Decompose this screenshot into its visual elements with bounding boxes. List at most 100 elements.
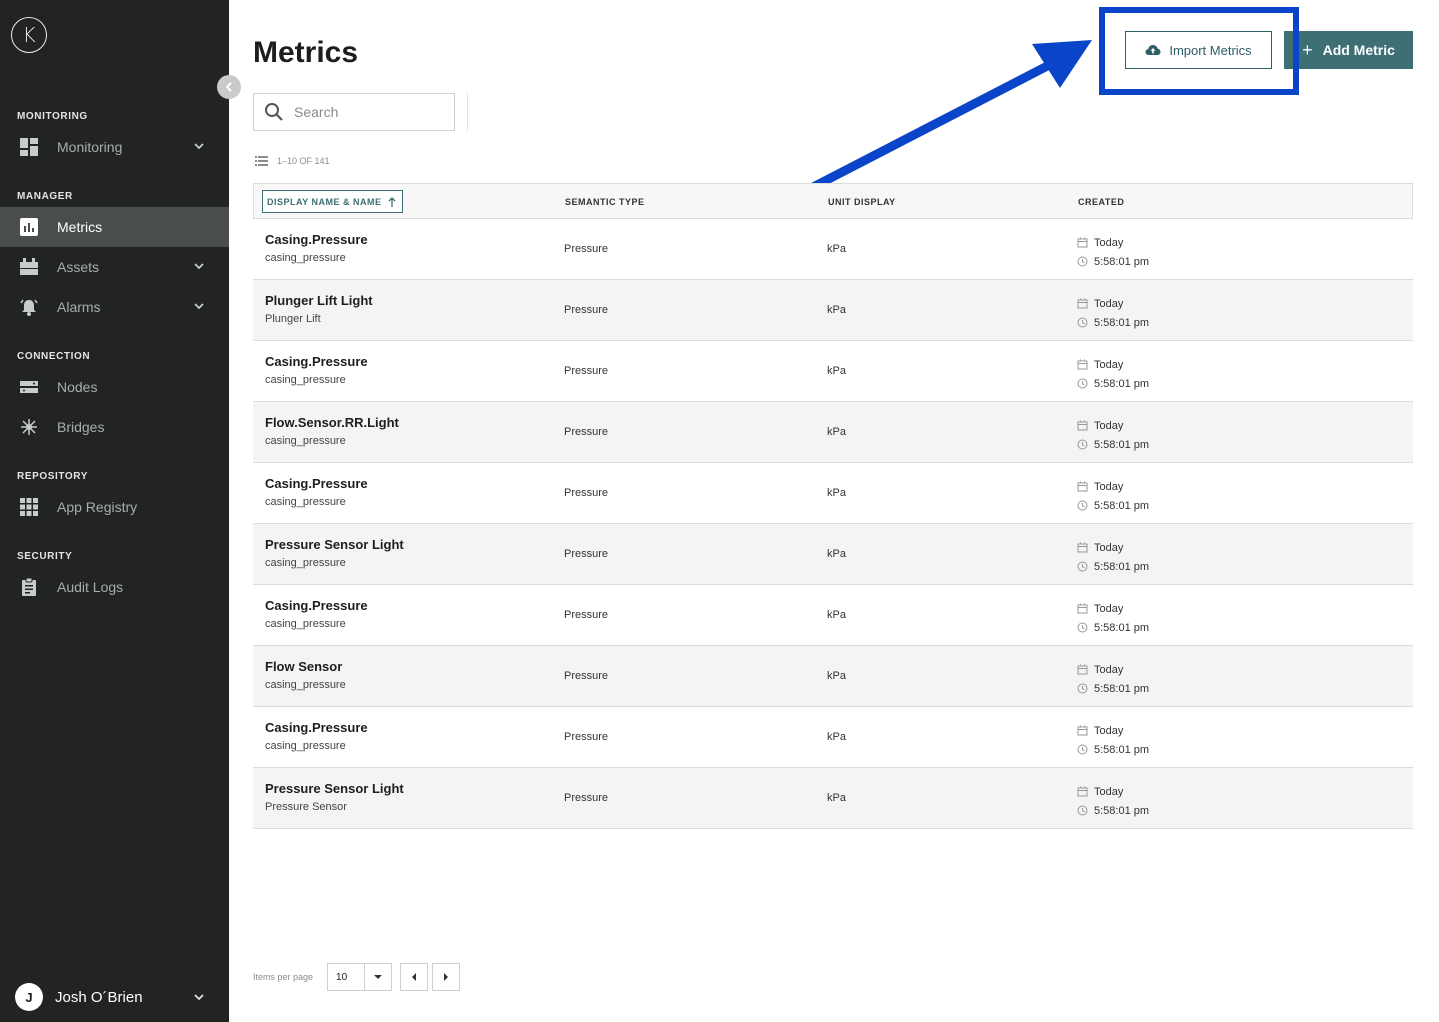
sidebar-item-nodes[interactable]: Nodes	[0, 367, 229, 407]
created-time: 5:58:01 pm	[1094, 499, 1150, 512]
display-name: Plunger Lift Light	[265, 293, 373, 308]
search-box[interactable]	[253, 93, 455, 131]
semantic-type: Pressure	[564, 731, 609, 743]
items-per-page-value: 10	[336, 971, 348, 983]
semantic-type: Pressure	[564, 243, 609, 255]
created-time: 5:58:01 pm	[1094, 377, 1150, 390]
sidebar-item-app-registry[interactable]: App Registry	[0, 487, 229, 527]
sidebar-item-bridges[interactable]: Bridges	[0, 407, 229, 447]
items-per-page-select[interactable]: 10	[327, 963, 393, 991]
table-row[interactable]: Pressure Sensor Light Pressure Sensor Pr…	[253, 768, 1413, 829]
table-row[interactable]: Casing.Pressure casing_pressure Pressure…	[253, 585, 1413, 646]
unit-display: kPa	[827, 426, 846, 438]
add-metric-button[interactable]: + Add Metric	[1284, 31, 1413, 69]
clock-icon	[1077, 256, 1088, 267]
sidebar-item-label: Nodes	[57, 379, 98, 395]
name-cell: Flow Sensor casing_pressure	[265, 659, 346, 691]
sidebar-item-alarms[interactable]: Alarms	[0, 287, 229, 327]
collapse-chevron-icon	[225, 82, 232, 92]
unit-display: kPa	[827, 487, 846, 499]
caret-right-icon	[444, 973, 449, 981]
column-header-label: DISPLAY NAME & NAME	[267, 196, 382, 207]
metric-name: casing_pressure	[265, 496, 346, 508]
display-name: Casing.Pressure	[265, 232, 368, 247]
metric-name: Plunger Lift	[265, 313, 321, 325]
section-title-monitoring: MONITORING	[17, 111, 88, 122]
semantic-type: Pressure	[564, 670, 609, 682]
cloud-upload-icon	[1145, 45, 1161, 55]
logo[interactable]: K	[11, 17, 47, 53]
sidebar-item-audit-logs[interactable]: Audit Logs	[0, 567, 229, 607]
sidebar-item-monitoring[interactable]: Monitoring	[0, 127, 229, 167]
import-metrics-button[interactable]: Import Metrics	[1125, 31, 1272, 69]
semantic-type: Pressure	[564, 365, 609, 377]
sidebar-item-label: Alarms	[57, 299, 101, 315]
next-page-button[interactable]	[432, 963, 461, 991]
sidebar-item-label: Metrics	[57, 219, 103, 235]
table-row[interactable]: Flow Sensor casing_pressure Pressure kPa…	[253, 646, 1413, 707]
metrics-table: DISPLAY NAME & NAME SEMANTIC TYPE UNIT D…	[253, 183, 1413, 829]
table-row[interactable]: Casing.Pressure casing_pressure Pressure…	[253, 463, 1413, 524]
table-row[interactable]: Flow.Sensor.RR.Light casing_pressure Pre…	[253, 402, 1413, 463]
column-header-created[interactable]: CREATED	[1078, 197, 1124, 207]
grid-icon	[19, 497, 39, 517]
unit-display: kPa	[827, 365, 846, 377]
unit-display: kPa	[827, 792, 846, 804]
unit-display: kPa	[827, 243, 846, 255]
search-icon	[265, 103, 283, 121]
calendar-icon	[1077, 725, 1088, 736]
name-cell: Pressure Sensor Light casing_pressure	[265, 537, 404, 569]
table-row[interactable]: Casing.Pressure casing_pressure Pressure…	[253, 219, 1413, 280]
clock-icon	[1077, 805, 1088, 816]
semantic-type: Pressure	[564, 792, 609, 804]
created-time: 5:58:01 pm	[1094, 621, 1150, 634]
metric-name: casing_pressure	[265, 618, 346, 630]
table-row[interactable]: Plunger Lift Light Plunger Lift Pressure…	[253, 280, 1413, 341]
chevron-down-icon	[194, 143, 204, 150]
unit-display: kPa	[827, 304, 846, 316]
created-date: Today	[1094, 236, 1124, 249]
sidebar-item-label: Monitoring	[57, 139, 123, 155]
search-input[interactable]	[294, 104, 444, 120]
name-cell: Casing.Pressure casing_pressure	[265, 598, 368, 630]
display-name: Flow.Sensor.RR.Light	[265, 415, 399, 430]
column-header-display-name[interactable]: DISPLAY NAME & NAME	[262, 190, 403, 213]
sidebar-collapse-button[interactable]	[217, 75, 241, 99]
plus-icon: +	[1302, 39, 1313, 60]
list-icon	[255, 156, 268, 166]
chevron-down-icon	[194, 994, 204, 1001]
sidebar-item-label: Audit Logs	[57, 579, 124, 595]
toolbar-divider	[467, 93, 468, 131]
sidebar-item-label: Bridges	[57, 419, 105, 435]
metric-name: casing_pressure	[265, 374, 346, 386]
table-row[interactable]: Casing.Pressure casing_pressure Pressure…	[253, 341, 1413, 402]
sidebar-item-assets[interactable]: Assets	[0, 247, 229, 287]
display-name: Pressure Sensor Light	[265, 537, 404, 552]
created-time: 5:58:01 pm	[1094, 255, 1150, 268]
sidebar-item-metrics[interactable]: Metrics	[0, 207, 229, 247]
table-row[interactable]: Casing.Pressure casing_pressure Pressure…	[253, 707, 1413, 768]
caret-left-icon	[412, 973, 417, 981]
table-row[interactable]: Pressure Sensor Light casing_pressure Pr…	[253, 524, 1413, 585]
metric-name: casing_pressure	[265, 252, 346, 264]
metric-name: casing_pressure	[265, 740, 346, 752]
created-date: Today	[1094, 663, 1124, 676]
name-cell: Casing.Pressure casing_pressure	[265, 354, 368, 386]
column-header-semantic-type[interactable]: SEMANTIC TYPE	[565, 197, 645, 207]
clock-icon	[1077, 561, 1088, 572]
chevron-down-icon	[194, 303, 204, 310]
user-menu[interactable]: J Josh O´Brien	[15, 983, 215, 1011]
metric-name: casing_pressure	[265, 435, 346, 447]
display-name: Casing.Pressure	[265, 476, 368, 491]
column-header-unit-display[interactable]: UNIT DISPLAY	[828, 197, 896, 207]
previous-page-button[interactable]	[400, 963, 429, 991]
clipboard-icon	[19, 577, 39, 597]
created-time: 5:58:01 pm	[1094, 560, 1150, 573]
name-cell: Casing.Pressure casing_pressure	[265, 720, 368, 752]
clock-icon	[1077, 744, 1088, 755]
created-cell: Today 5:58:01 pm	[1077, 782, 1149, 820]
calendar-icon	[1077, 542, 1088, 553]
created-date: Today	[1094, 358, 1124, 371]
alarm-bell-icon	[19, 297, 39, 317]
calendar-icon	[1077, 298, 1088, 309]
